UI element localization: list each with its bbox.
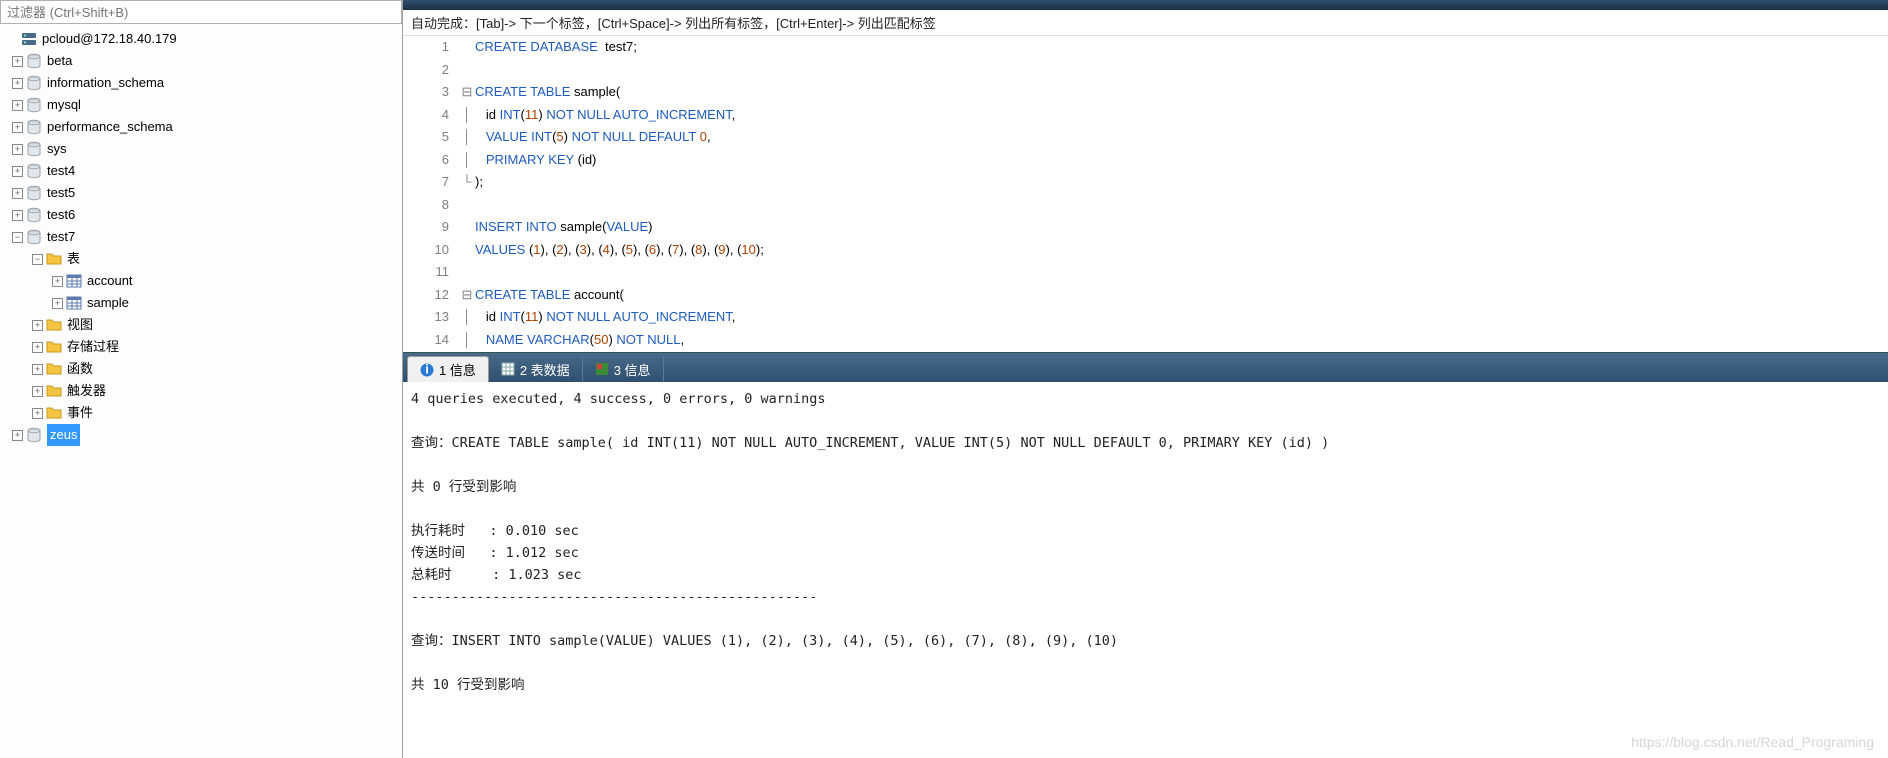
table-node-sample[interactable]: + sample (6, 292, 400, 314)
result-tab[interactable]: 2 表数据 (489, 356, 583, 382)
db-node[interactable]: + test6 (6, 204, 400, 226)
folder-label: 存储过程 (67, 336, 119, 358)
main-panel: 自动完成：[Tab]-> 下一个标签，[Ctrl+Space]-> 列出所有标签… (403, 0, 1888, 758)
db-label: beta (47, 50, 72, 72)
expand-icon[interactable]: + (52, 298, 63, 309)
expand-icon[interactable]: + (12, 100, 23, 111)
database-icon (25, 141, 43, 157)
db-label: information_schema (47, 72, 164, 94)
grid-icon (501, 362, 515, 376)
folder-node[interactable]: + 存储过程 (6, 336, 400, 358)
code-area[interactable]: CREATE DATABASE test7;CREATE TABLE sampl… (475, 36, 1888, 352)
editor-tabstrip[interactable] (403, 0, 1888, 10)
folder-icon (45, 383, 63, 399)
result-tabstrip: 1 信息 2 表数据 3 信息 (403, 352, 1888, 382)
server-label: pcloud@172.18.40.179 (42, 28, 177, 50)
object-tree[interactable]: pcloud@172.18.40.179 + beta + informatio… (0, 24, 402, 758)
sidebar: pcloud@172.18.40.179 + beta + informatio… (0, 0, 403, 758)
db-node[interactable]: + performance_schema (6, 116, 400, 138)
db-label: performance_schema (47, 116, 173, 138)
folder-icon (45, 361, 63, 377)
expand-icon[interactable]: + (32, 408, 43, 419)
database-icon (25, 119, 43, 135)
server-node[interactable]: pcloud@172.18.40.179 (6, 28, 400, 50)
fold-column[interactable]: ⊟│││└ ⊟││ (459, 36, 475, 352)
db-node[interactable]: + sys (6, 138, 400, 160)
expand-icon[interactable]: + (12, 122, 23, 133)
db-label: test4 (47, 160, 75, 182)
expand-icon[interactable]: + (12, 188, 23, 199)
table-icon (65, 273, 83, 289)
expand-icon[interactable]: + (12, 430, 23, 441)
expand-icon[interactable]: + (12, 210, 23, 221)
expand-icon[interactable]: + (12, 144, 23, 155)
db-node[interactable]: + test4 (6, 160, 400, 182)
collapse-icon[interactable]: − (32, 254, 43, 265)
folder-icon (45, 317, 63, 333)
db-label: test6 (47, 204, 75, 226)
collapse-icon[interactable]: − (12, 232, 23, 243)
result-tab[interactable]: 3 信息 (583, 356, 664, 382)
expand-icon[interactable]: + (12, 166, 23, 177)
filter-input[interactable] (0, 0, 402, 24)
folder-node[interactable]: + 函数 (6, 358, 400, 380)
autocomplete-hint: 自动完成：[Tab]-> 下一个标签，[Ctrl+Space]-> 列出所有标签… (403, 10, 1888, 36)
table-icon (65, 295, 83, 311)
folder-label: 触发器 (67, 380, 106, 402)
tab-label: 2 表数据 (520, 360, 570, 379)
db-node-zeus[interactable]: + zeus (6, 424, 400, 446)
database-icon (25, 229, 43, 245)
line-gutter: 1234567891011121314 (403, 36, 459, 352)
database-icon (25, 427, 43, 443)
tab-label: 3 信息 (614, 360, 651, 379)
expand-icon[interactable]: + (32, 364, 43, 375)
tab-label: 1 信息 (439, 360, 476, 379)
expand-icon[interactable]: + (12, 56, 23, 67)
database-icon (25, 97, 43, 113)
db-node[interactable]: + beta (6, 50, 400, 72)
expand-icon[interactable]: + (32, 320, 43, 331)
sql-editor[interactable]: 1234567891011121314 ⊟│││└ ⊟││ CREATE DAT… (403, 36, 1888, 352)
expand-icon[interactable]: + (12, 78, 23, 89)
database-icon (25, 207, 43, 223)
database-icon (25, 53, 43, 69)
db-node[interactable]: + test5 (6, 182, 400, 204)
folder-icon (45, 251, 63, 267)
info2-icon (595, 362, 609, 376)
folder-label: 事件 (67, 402, 93, 424)
result-tab[interactable]: 1 信息 (407, 356, 489, 382)
folder-label: 函数 (67, 358, 93, 380)
db-node-test7[interactable]: − test7 (6, 226, 400, 248)
server-icon (20, 31, 38, 47)
expand-icon[interactable]: + (32, 386, 43, 397)
db-label: sys (47, 138, 67, 160)
db-label: mysql (47, 94, 81, 116)
folder-icon (45, 339, 63, 355)
table-node-account[interactable]: + account (6, 270, 400, 292)
result-panel[interactable]: 4 queries executed, 4 success, 0 errors,… (403, 382, 1888, 758)
expand-icon[interactable]: + (52, 276, 63, 287)
folder-tables[interactable]: − 表 (6, 248, 400, 270)
folder-label: 视图 (67, 314, 93, 336)
db-node[interactable]: + information_schema (6, 72, 400, 94)
database-icon (25, 75, 43, 91)
db-node[interactable]: + mysql (6, 94, 400, 116)
db-label: test5 (47, 182, 75, 204)
info-icon (420, 363, 434, 377)
folder-node[interactable]: + 事件 (6, 402, 400, 424)
folder-node[interactable]: + 触发器 (6, 380, 400, 402)
database-icon (25, 163, 43, 179)
folder-node[interactable]: + 视图 (6, 314, 400, 336)
expand-icon[interactable]: + (32, 342, 43, 353)
folder-icon (45, 405, 63, 421)
database-icon (25, 185, 43, 201)
